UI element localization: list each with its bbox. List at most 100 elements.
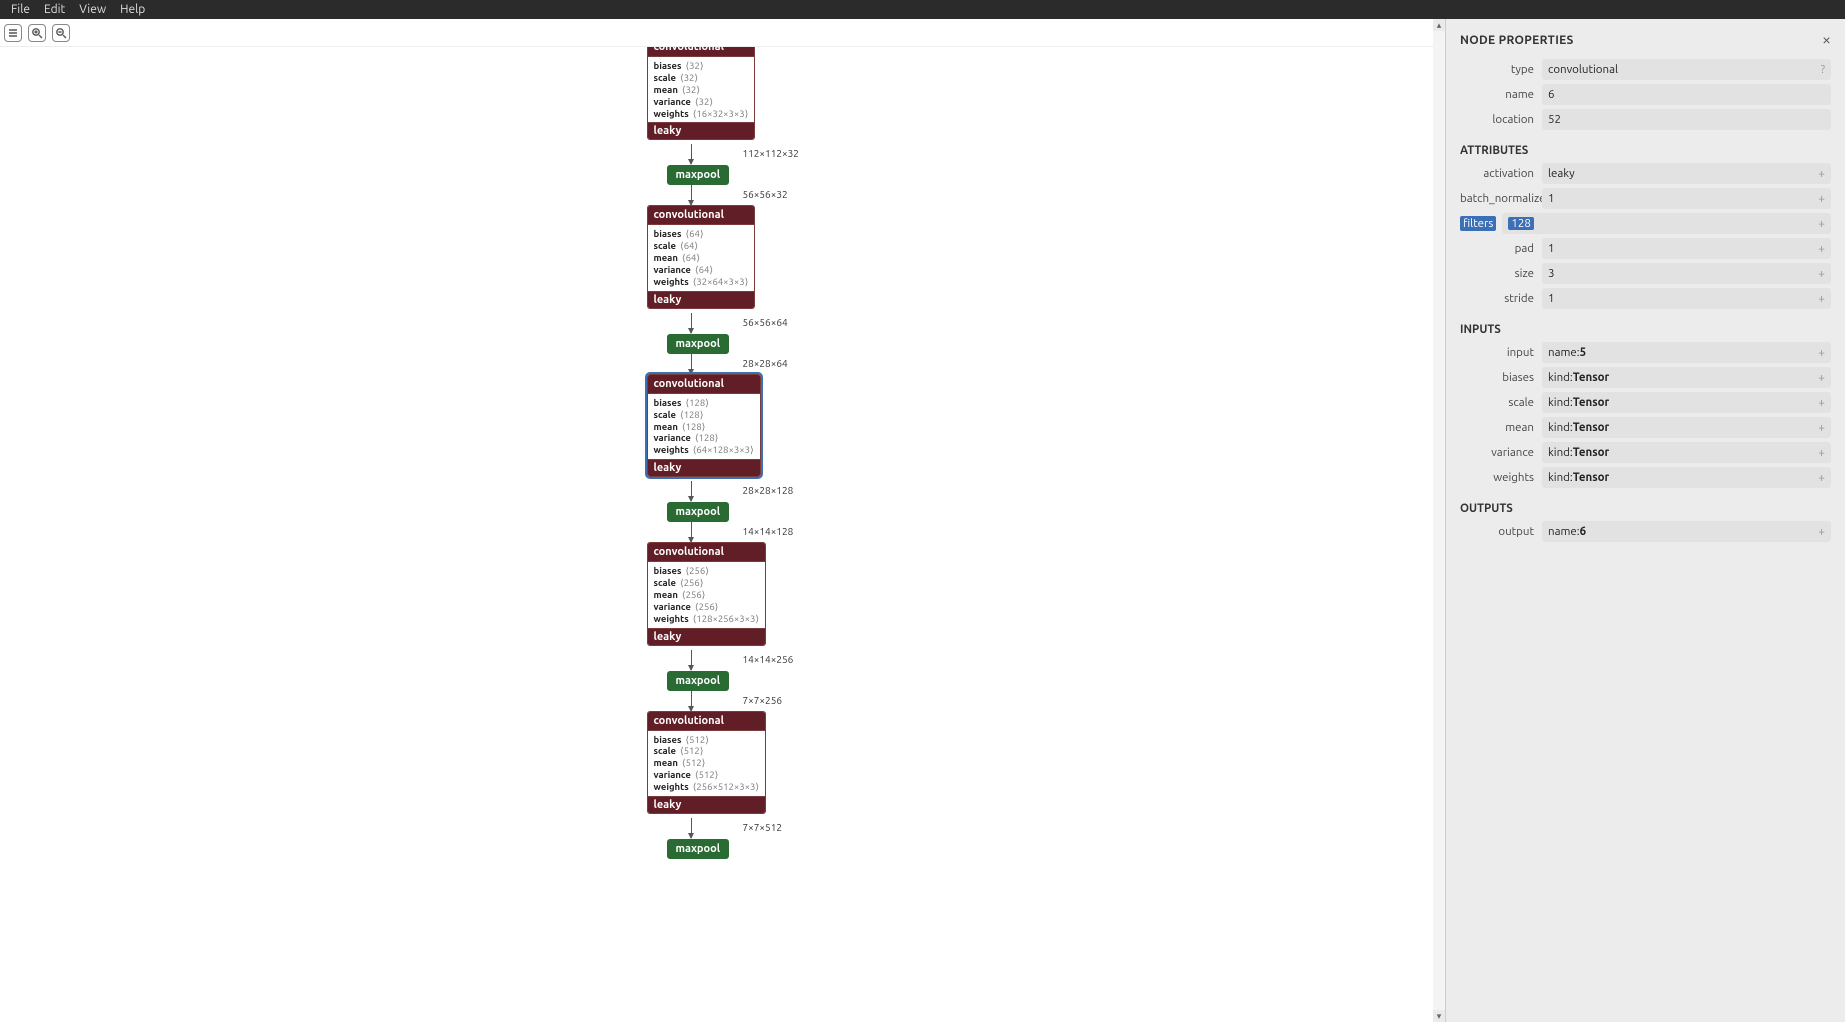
node-header: convolutional bbox=[648, 375, 760, 394]
section-attributes: ATTRIBUTES bbox=[1460, 144, 1831, 157]
prop-value-type[interactable]: convolutional? bbox=[1542, 59, 1831, 80]
edge-label: 14×14×128 bbox=[743, 526, 794, 537]
edge: 28×28×128 bbox=[691, 481, 692, 501]
input-value-scale[interactable]: kind: Tensor+ bbox=[1542, 392, 1831, 413]
node-footer: leaky bbox=[648, 123, 755, 139]
expand-icon[interactable]: + bbox=[1818, 346, 1825, 359]
expand-icon[interactable]: + bbox=[1818, 192, 1825, 205]
output-label-output: output bbox=[1460, 525, 1536, 538]
expand-icon[interactable]: + bbox=[1818, 242, 1825, 255]
attr-label-pad: pad bbox=[1460, 242, 1536, 255]
output-value-output[interactable]: name: 6+ bbox=[1542, 521, 1831, 542]
edge-label: 7×7×256 bbox=[743, 694, 782, 705]
expand-icon[interactable]: + bbox=[1818, 371, 1825, 384]
attr-label-activation: activation bbox=[1460, 167, 1536, 180]
edge: 14×14×128 bbox=[691, 522, 692, 542]
node-header: convolutional bbox=[648, 712, 766, 731]
node-footer: leaky bbox=[648, 292, 755, 308]
menu-file[interactable]: File bbox=[4, 0, 37, 19]
node-header: convolutional bbox=[648, 47, 755, 57]
input-label-input: input bbox=[1460, 346, 1536, 359]
expand-icon[interactable]: + bbox=[1818, 292, 1825, 305]
prop-label-location: location bbox=[1460, 113, 1536, 126]
conv-node[interactable]: convolutionalbiases⟨256⟩scale⟨256⟩mean⟨2… bbox=[647, 542, 767, 645]
edge-label: 56×56×32 bbox=[743, 189, 788, 200]
input-value-mean[interactable]: kind: Tensor+ bbox=[1542, 417, 1831, 438]
expand-icon[interactable]: + bbox=[1818, 396, 1825, 409]
expand-icon[interactable]: + bbox=[1818, 167, 1825, 180]
panel-title: NODE PROPERTIES bbox=[1460, 34, 1574, 47]
node-params: biases⟨64⟩scale⟨64⟩mean⟨64⟩variance⟨64⟩w… bbox=[648, 225, 755, 291]
attr-label-stride: stride bbox=[1460, 292, 1536, 305]
maxpool-node[interactable]: maxpool bbox=[667, 671, 730, 691]
menu-help[interactable]: Help bbox=[113, 0, 152, 19]
edge: 112×112×32 bbox=[691, 144, 692, 164]
section-outputs: OUTPUTS bbox=[1460, 502, 1831, 515]
zoom-out-icon[interactable] bbox=[52, 24, 70, 42]
node-header: convolutional bbox=[648, 543, 766, 562]
expand-icon[interactable]: + bbox=[1818, 525, 1825, 538]
edge: 14×14×256 bbox=[691, 650, 692, 670]
node-header: convolutional bbox=[648, 206, 755, 225]
graph-canvas[interactable]: convolutionalbiases⟨32⟩scale⟨32⟩mean⟨32⟩… bbox=[0, 47, 1433, 1022]
expand-icon[interactable]: + bbox=[1818, 217, 1825, 230]
input-label-mean: mean bbox=[1460, 421, 1536, 434]
scroll-up-icon[interactable]: ▴ bbox=[1433, 19, 1445, 31]
maxpool-node[interactable]: maxpool bbox=[667, 165, 730, 185]
input-value-weights[interactable]: kind: Tensor+ bbox=[1542, 467, 1831, 488]
input-value-variance[interactable]: kind: Tensor+ bbox=[1542, 442, 1831, 463]
prop-label-name: name bbox=[1460, 88, 1536, 101]
zoom-in-icon[interactable] bbox=[28, 24, 46, 42]
expand-icon[interactable]: + bbox=[1818, 421, 1825, 434]
scroll-track[interactable] bbox=[1433, 31, 1445, 1010]
node-params: biases⟨512⟩scale⟨512⟩mean⟨512⟩variance⟨5… bbox=[648, 731, 766, 797]
attr-value-stride[interactable]: 1+ bbox=[1542, 288, 1831, 309]
vertical-scrollbar[interactable]: ▴ ▾ bbox=[1433, 19, 1445, 1022]
section-inputs: INPUTS bbox=[1460, 323, 1831, 336]
input-label-variance: variance bbox=[1460, 446, 1536, 459]
edge-label: 28×28×64 bbox=[743, 358, 788, 369]
attr-value-filters[interactable]: 128+ bbox=[1502, 213, 1831, 234]
conv-node[interactable]: convolutionalbiases⟨64⟩scale⟨64⟩mean⟨64⟩… bbox=[647, 205, 756, 308]
prop-label-type: type bbox=[1460, 63, 1536, 76]
input-value-input[interactable]: name: 5+ bbox=[1542, 342, 1831, 363]
main-area: convolutionalbiases⟨32⟩scale⟨32⟩mean⟨32⟩… bbox=[0, 19, 1845, 1022]
input-value-biases[interactable]: kind: Tensor+ bbox=[1542, 367, 1831, 388]
maxpool-node[interactable]: maxpool bbox=[667, 334, 730, 354]
scroll-down-icon[interactable]: ▾ bbox=[1433, 1010, 1445, 1022]
node-params: biases⟨128⟩scale⟨128⟩mean⟨128⟩variance⟨1… bbox=[648, 394, 760, 460]
expand-icon[interactable]: + bbox=[1818, 446, 1825, 459]
maxpool-node[interactable]: maxpool bbox=[667, 502, 730, 522]
maxpool-node[interactable]: maxpool bbox=[667, 839, 730, 859]
attr-label-filters: filters bbox=[1460, 216, 1496, 231]
conv-node[interactable]: convolutionalbiases⟨128⟩scale⟨128⟩mean⟨1… bbox=[647, 374, 761, 477]
close-icon[interactable]: × bbox=[1822, 31, 1831, 49]
expand-icon[interactable]: + bbox=[1818, 267, 1825, 280]
expand-icon[interactable]: + bbox=[1818, 471, 1825, 484]
node-params: biases⟨256⟩scale⟨256⟩mean⟨256⟩variance⟨2… bbox=[648, 562, 766, 628]
edge: 7×7×256 bbox=[691, 691, 692, 711]
input-label-biases: biases bbox=[1460, 371, 1536, 384]
help-icon[interactable]: ? bbox=[1821, 64, 1825, 76]
attr-label-size: size bbox=[1460, 267, 1536, 280]
prop-value-name[interactable]: 6 bbox=[1542, 84, 1831, 105]
edge-label: 14×14×256 bbox=[743, 653, 794, 664]
edge: 7×7×512 bbox=[691, 818, 692, 838]
edge-label: 28×28×128 bbox=[743, 485, 794, 496]
conv-node[interactable]: convolutionalbiases⟨32⟩scale⟨32⟩mean⟨32⟩… bbox=[647, 47, 756, 140]
node-footer: leaky bbox=[648, 629, 766, 645]
edge: 56×56×64 bbox=[691, 313, 692, 333]
edge: 56×56×32 bbox=[691, 185, 692, 205]
attr-value-batch_normalize[interactable]: 1+ bbox=[1542, 188, 1831, 209]
attr-value-activation[interactable]: leaky+ bbox=[1542, 163, 1831, 184]
prop-value-location[interactable]: 52 bbox=[1542, 109, 1831, 130]
menu-edit[interactable]: Edit bbox=[37, 0, 72, 19]
edge-label: 56×56×64 bbox=[743, 317, 788, 328]
menu-view[interactable]: View bbox=[72, 0, 113, 19]
list-icon[interactable] bbox=[4, 24, 22, 42]
attr-value-size[interactable]: 3+ bbox=[1542, 263, 1831, 284]
properties-panel: NODE PROPERTIES × type convolutional? name… bbox=[1445, 19, 1845, 1022]
node-params: biases⟨32⟩scale⟨32⟩mean⟨32⟩variance⟨32⟩w… bbox=[648, 57, 755, 123]
attr-value-pad[interactable]: 1+ bbox=[1542, 238, 1831, 259]
conv-node[interactable]: convolutionalbiases⟨512⟩scale⟨512⟩mean⟨5… bbox=[647, 711, 767, 814]
